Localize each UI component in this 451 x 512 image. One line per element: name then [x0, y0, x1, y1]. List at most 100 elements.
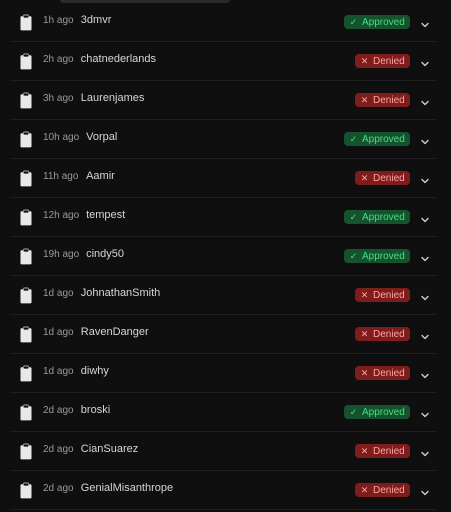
status-label: Approved [362, 212, 405, 223]
status-badge: ✕ Denied [355, 444, 410, 458]
item-username: chatnederlands [80, 53, 157, 65]
list-item[interactable]: 2d ago GenialMisanthrope ✕ Denied [10, 471, 437, 510]
status-badge: ✓ Approved [344, 15, 410, 29]
item-username: Laurenjames [80, 92, 145, 104]
item-time: 2d ago [43, 444, 74, 455]
item-time: 3h ago [43, 93, 74, 104]
item-time: 12h ago [43, 210, 80, 221]
list-item[interactable]: 1h ago 3dmvr ✓ Approved [10, 3, 437, 42]
status-badge: ✕ Denied [355, 327, 410, 341]
item-time: 11h ago [43, 171, 79, 182]
chevron-down-icon[interactable] [420, 485, 430, 496]
list-item[interactable]: 12h ago tempest ✓ Approved [10, 198, 437, 237]
status-label: Denied [373, 368, 405, 379]
list-item[interactable]: 1d ago diwhy ✕ Denied [10, 354, 437, 393]
request-list: 1h ago 3dmvr ✓ Approved 2h ago chatnederlands… [0, 3, 451, 510]
list-item[interactable]: 3h ago Laurenjames ✕ Denied [10, 81, 437, 120]
chevron-down-icon[interactable] [420, 173, 430, 184]
list-item[interactable]: 10h ago Vorpal ✓ Approved [10, 120, 437, 159]
check-icon: ✓ [349, 251, 358, 261]
item-time: 1d ago [43, 327, 74, 338]
clipboard-icon [19, 404, 33, 421]
clipboard-icon [19, 53, 33, 70]
list-item[interactable]: 19h ago cindy50 ✓ Approved [10, 237, 437, 276]
status-badge: ✓ Approved [344, 249, 410, 263]
clipboard-icon [19, 131, 33, 148]
status-badge: ✕ Denied [355, 483, 410, 497]
list-item[interactable]: 2h ago chatnederlands ✕ Denied [10, 42, 437, 81]
item-username: broski [80, 404, 111, 416]
list-item[interactable]: 11h ago Aamir ✕ Denied [10, 159, 437, 198]
x-icon: ✕ [360, 173, 369, 183]
status-badge: ✓ Approved [344, 132, 410, 146]
x-icon: ✕ [360, 95, 369, 105]
chevron-down-icon[interactable] [420, 17, 430, 28]
status-label: Denied [373, 446, 405, 457]
item-time: 1d ago [43, 366, 74, 377]
item-time: 1h ago [43, 15, 74, 26]
item-username: GenialMisanthrope [80, 482, 174, 494]
x-icon: ✕ [360, 329, 369, 339]
status-badge: ✕ Denied [355, 93, 410, 107]
clipboard-icon [19, 170, 33, 187]
x-icon: ✕ [360, 368, 369, 378]
clipboard-icon [19, 287, 33, 304]
chevron-down-icon[interactable] [420, 56, 430, 67]
item-username: CianSuarez [80, 443, 139, 455]
item-username: JohnathanSmith [80, 287, 161, 299]
chevron-down-icon[interactable] [420, 407, 430, 418]
list-item[interactable]: 2d ago broski ✓ Approved [10, 393, 437, 432]
list-item[interactable]: 1d ago RavenDanger ✕ Denied [10, 315, 437, 354]
status-label: Approved [362, 251, 405, 262]
clipboard-icon [19, 92, 33, 109]
status-label: Denied [373, 329, 405, 340]
clipboard-icon [19, 482, 33, 499]
clipboard-icon [19, 209, 33, 226]
item-username: RavenDanger [80, 326, 149, 338]
status-label: Approved [362, 134, 405, 145]
x-icon: ✕ [360, 485, 369, 495]
status-badge: ✕ Denied [355, 288, 410, 302]
status-badge: ✕ Denied [355, 54, 410, 68]
status-badge: ✕ Denied [355, 366, 410, 380]
status-label: Denied [373, 173, 405, 184]
item-username: Vorpal [86, 131, 118, 143]
status-badge: ✓ Approved [344, 210, 410, 224]
status-badge: ✕ Denied [355, 171, 410, 185]
chevron-down-icon[interactable] [420, 290, 430, 301]
chevron-down-icon[interactable] [420, 251, 430, 262]
x-icon: ✕ [360, 56, 369, 66]
status-label: Denied [373, 485, 405, 496]
list-item[interactable]: 2d ago CianSuarez ✕ Denied [10, 432, 437, 471]
status-label: Denied [373, 56, 405, 67]
chevron-down-icon[interactable] [420, 329, 430, 340]
status-badge: ✓ Approved [344, 405, 410, 419]
item-time: 2d ago [43, 405, 74, 416]
item-username: tempest [86, 209, 126, 221]
check-icon: ✓ [349, 134, 358, 144]
item-username: 3dmvr [80, 14, 112, 26]
status-label: Approved [362, 407, 405, 418]
clipboard-icon [19, 248, 33, 265]
chevron-down-icon[interactable] [420, 212, 430, 223]
chevron-down-icon[interactable] [420, 446, 430, 457]
check-icon: ✓ [349, 212, 358, 222]
status-label: Denied [373, 290, 405, 301]
chevron-down-icon[interactable] [420, 368, 430, 379]
item-time: 19h ago [43, 249, 80, 260]
check-icon: ✓ [349, 407, 358, 417]
chevron-down-icon[interactable] [420, 95, 430, 106]
x-icon: ✕ [360, 446, 369, 456]
clipboard-icon [19, 14, 33, 31]
item-username: cindy50 [86, 248, 125, 260]
item-username: diwhy [80, 365, 109, 377]
list-item[interactable]: 1d ago JohnathanSmith ✕ Denied [10, 276, 437, 315]
item-time: 1d ago [43, 288, 74, 299]
status-label: Approved [362, 17, 405, 28]
chevron-down-icon[interactable] [420, 134, 430, 145]
status-label: Denied [373, 95, 405, 106]
item-time: 10h ago [43, 132, 80, 143]
clipboard-icon [19, 326, 33, 343]
clipboard-icon [19, 365, 33, 382]
check-icon: ✓ [349, 17, 358, 27]
